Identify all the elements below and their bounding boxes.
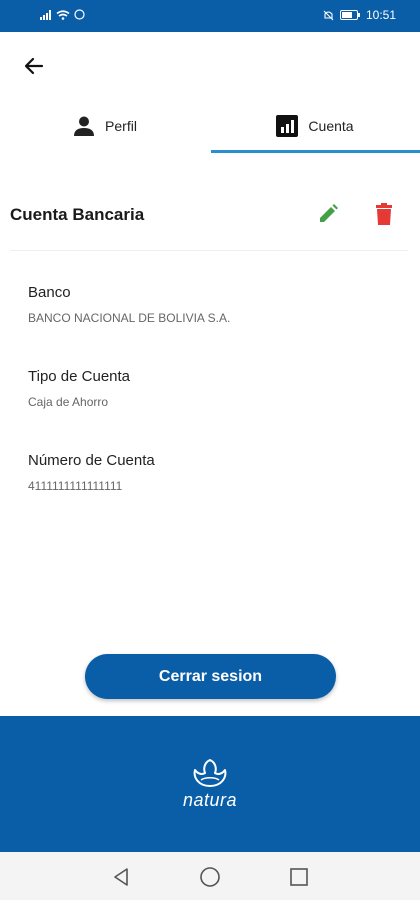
field-account-type-label: Tipo de Cuenta	[28, 368, 131, 385]
tab-account[interactable]: Cuenta	[210, 98, 420, 154]
field-account-number: Número de Cuenta 4111111111111111	[28, 452, 155, 493]
status-icons-right: 10:51	[323, 8, 396, 22]
triangle-back-icon	[114, 868, 128, 886]
nav-recents-button[interactable]	[286, 864, 312, 890]
bar-chart-icon	[276, 115, 299, 137]
tab-profile-label: Perfil	[105, 118, 137, 134]
wifi-icon	[56, 9, 70, 20]
nav-back-button[interactable]	[108, 864, 134, 890]
circle-home-icon	[200, 867, 220, 887]
delete-button[interactable]	[370, 200, 398, 228]
tab-account-label: Cuenta	[308, 118, 354, 134]
battery-icon	[339, 10, 360, 20]
system-nav-bar	[0, 852, 420, 900]
section-title: Cuenta Bancaria	[10, 205, 145, 224]
field-bank-value: BANCO NACIONAL DE BOLIVIA S.A.	[28, 311, 231, 325]
divider	[10, 250, 408, 251]
arrow-left-icon	[24, 57, 44, 75]
brand-name: natura	[182, 790, 238, 810]
field-bank-label: Banco	[28, 284, 71, 301]
mute-icon	[323, 10, 334, 20]
trash-icon	[376, 203, 392, 225]
nav-home-button[interactable]	[197, 864, 223, 890]
signal-icon	[40, 9, 51, 20]
square-recents-icon	[290, 868, 308, 886]
field-account-number-value: 4111111111111111	[28, 479, 123, 493]
whatsapp-icon	[74, 9, 85, 20]
status-icons-left	[40, 9, 85, 20]
field-account-number-label: Número de Cuenta	[28, 452, 155, 469]
field-account-type: Tipo de Cuenta Caja de Ahorro	[28, 368, 130, 409]
edit-button[interactable]	[314, 200, 342, 228]
field-account-type-value: Caja de Ahorro	[28, 395, 109, 409]
back-button[interactable]	[18, 50, 50, 82]
status-time: 10:51	[365, 8, 396, 22]
bank-account-header: Cuenta Bancaria	[0, 188, 420, 244]
logout-button[interactable]: Cerrar sesion	[85, 654, 336, 699]
field-bank: Banco BANCO NACIONAL DE BOLIVIA S.A.	[28, 284, 230, 325]
tab-bar: Perfil Cuenta	[0, 98, 420, 154]
status-bar: 10:51	[0, 0, 420, 32]
person-icon	[74, 116, 95, 136]
active-tab-indicator	[211, 150, 420, 153]
pencil-icon	[320, 204, 338, 222]
natura-logo-icon	[193, 759, 227, 787]
tab-profile[interactable]: Perfil	[0, 98, 210, 154]
